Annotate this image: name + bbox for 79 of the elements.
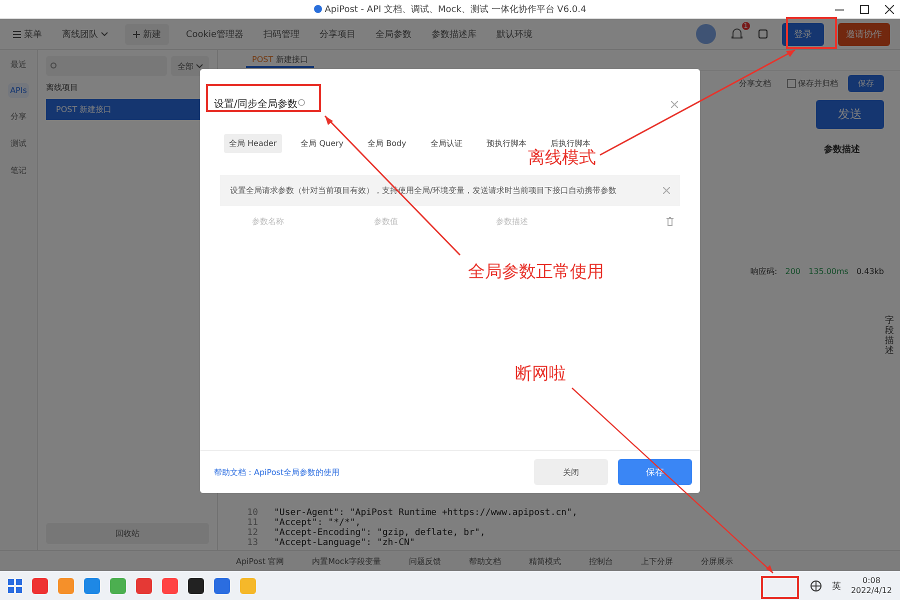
code-line: "Accept": "*/*", xyxy=(274,518,361,528)
toolbar-item[interactable]: 扫码管理 xyxy=(260,26,303,42)
line-number: 12 xyxy=(246,528,258,538)
globe-icon[interactable] xyxy=(810,580,822,592)
line-number: 10 xyxy=(246,508,258,518)
bottom-bar-item[interactable]: 问题反馈 xyxy=(402,554,447,568)
dialog-tab[interactable]: 全局 Header xyxy=(224,134,282,153)
toolbar-item[interactable]: Cookie管理器 xyxy=(183,26,247,42)
search-field[interactable] xyxy=(46,56,168,76)
code-line: "Accept-Language": "zh-CN" xyxy=(274,538,415,548)
rail-item[interactable]: 分享 xyxy=(8,108,28,125)
save-button[interactable]: 保存 xyxy=(848,75,884,92)
param-field[interactable]: 参数值 xyxy=(372,216,480,227)
response-code-label: 响应码: xyxy=(750,266,778,277)
dialog-tab[interactable]: 全局 Body xyxy=(362,134,412,153)
column-header: 参数描述 xyxy=(824,143,860,156)
response-size: 0.43kb xyxy=(856,267,884,276)
bottom-bar-item[interactable]: 内置Mock字段变量 xyxy=(306,554,387,568)
code-line: "Accept-Encoding": "gzip, deflate, br", xyxy=(274,528,486,538)
caret-icon xyxy=(196,64,203,68)
toolbar-item[interactable]: 分享项目 xyxy=(316,26,359,42)
highlight-frame xyxy=(786,17,837,49)
login-button[interactable]: 登录 xyxy=(782,22,824,46)
filter-dropdown[interactable]: 全部 xyxy=(171,56,209,76)
invite-button[interactable]: 邀请协作 xyxy=(838,22,890,46)
avatar-icon[interactable] xyxy=(696,24,716,44)
trash-icon[interactable] xyxy=(666,217,674,226)
close-button[interactable]: 关闭 xyxy=(534,459,608,485)
ime-indicator[interactable]: 英 xyxy=(832,580,841,592)
help-link[interactable]: 帮助文档：ApiPost全局参数的使用 xyxy=(208,466,346,478)
code-line: "User-Agent": "ApiPost Runtime +https://www.apipost.cn", xyxy=(274,508,578,518)
param-field[interactable]: 参数描述 xyxy=(494,216,602,227)
send-button[interactable]: 发送 xyxy=(816,100,884,129)
rail-item[interactable]: 测试 xyxy=(8,135,28,152)
bottom-bar-item[interactable]: 分屏展示 xyxy=(694,554,739,568)
response-time: 135.00ms xyxy=(808,267,848,276)
bottom-bar-item[interactable]: 上下分屏 xyxy=(634,554,679,568)
bottom-bar-item[interactable]: ApiPost 官网 xyxy=(230,554,290,568)
bottom-bar-item[interactable]: 控制台 xyxy=(582,554,619,568)
side-tab[interactable]: 字段描述 xyxy=(885,317,894,357)
search-icon xyxy=(50,62,58,70)
toolbar-item[interactable]: 默认环境 xyxy=(494,26,536,42)
bottom-bar-item[interactable]: 帮助文档 xyxy=(462,554,507,568)
close-icon[interactable] xyxy=(885,4,894,14)
response-code: 200 xyxy=(785,267,801,276)
maximize-icon[interactable] xyxy=(860,4,869,14)
share-doc-link[interactable]: 分享文档 xyxy=(733,77,777,90)
param-field[interactable]: 参数名称 xyxy=(250,216,358,227)
menu-icon xyxy=(13,30,21,38)
new-button[interactable]: 新建 xyxy=(125,24,169,44)
bell-icon[interactable] xyxy=(730,27,744,41)
rail-item[interactable]: 笔记 xyxy=(8,162,28,179)
window-title: ApiPost - API 文档、调试、Mock、测试 一体化协作平台 V6.0.4 xyxy=(314,2,586,16)
taskbar-app-icon[interactable] xyxy=(188,578,204,594)
trash-button[interactable]: 回收站 xyxy=(46,523,209,544)
bottom-bar-item[interactable]: 精简模式 xyxy=(522,554,567,568)
plus-icon xyxy=(133,30,140,38)
rail-item[interactable]: APIs xyxy=(8,83,29,98)
project-name: 离线项目 xyxy=(46,82,78,93)
clock[interactable]: 0:08 2022/4/12 xyxy=(850,576,892,596)
annotation-text: 全局参数正常使用 xyxy=(468,261,604,283)
line-number: 13 xyxy=(246,538,258,548)
start-icon[interactable] xyxy=(8,579,22,593)
notes-icon xyxy=(758,29,768,39)
annotation-text: 断网啦 xyxy=(515,363,566,385)
menu-button[interactable]: 菜单 xyxy=(10,26,45,42)
dialog-tab[interactable]: 全局 Query xyxy=(296,134,349,153)
caret-icon xyxy=(101,32,108,36)
highlight-frame xyxy=(761,576,799,599)
help-icon[interactable] xyxy=(298,99,306,106)
dialog-title: 设置/同步全局参数 xyxy=(214,99,298,110)
rail-item[interactable]: 最近 xyxy=(8,56,28,73)
toolbar-item[interactable]: 参数描述库 xyxy=(428,26,480,42)
checkbox[interactable] xyxy=(787,79,796,88)
save-archive-label: 保存并归档 xyxy=(798,78,838,89)
dialog-tab[interactable]: 全局认证 xyxy=(425,134,468,153)
toolbar-item[interactable]: 全局参数 xyxy=(372,26,415,42)
team-dropdown[interactable]: 离线团队 xyxy=(59,26,111,42)
line-number: 11 xyxy=(246,518,258,528)
